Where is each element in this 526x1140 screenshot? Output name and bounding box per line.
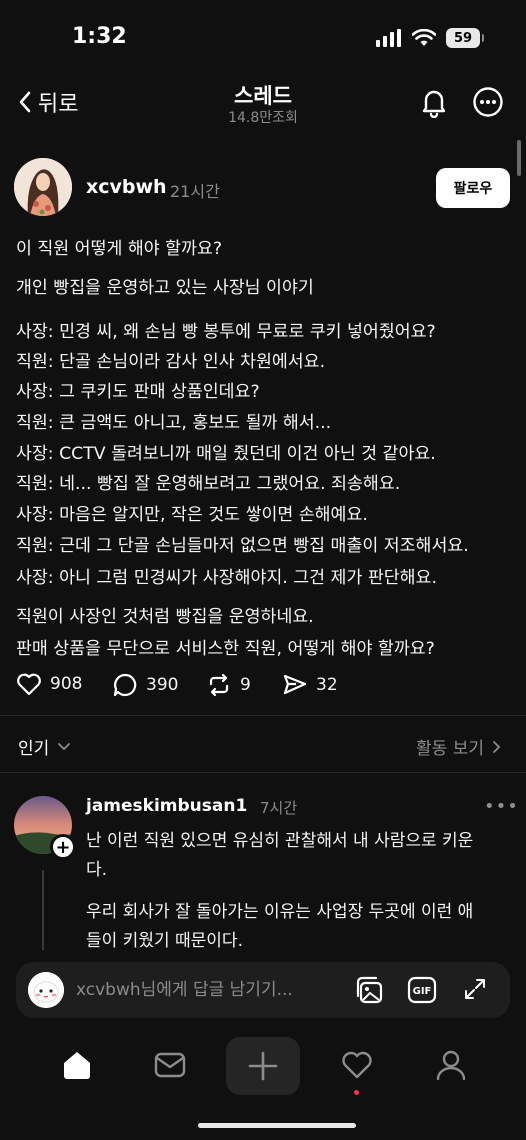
post-text-line: 사장: 아니 그럼 민경씨가 사장해야지. 그건 제가 판단해요.: [16, 568, 437, 588]
like-count: 908: [50, 674, 83, 694]
more-options-button[interactable]: [472, 86, 504, 122]
svg-text:GIF: GIF: [413, 986, 432, 997]
nav-activity[interactable]: [340, 1048, 374, 1086]
profile-icon: [436, 1050, 466, 1081]
post-text-line: 사장: CCTV 돌려보니까 매일 줬던데 이건 아닌 것 같아요.: [16, 444, 436, 464]
home-indicator: [198, 1123, 356, 1128]
wifi-icon: [412, 29, 436, 46]
signal-icon: [376, 29, 401, 47]
reply-text-line: 다.: [86, 860, 108, 880]
reply-time: 7시간: [260, 799, 298, 817]
post-text-line: 사장: 민경 씨, 왜 손님 빵 봉투에 무료로 쿠키 넣어줬어요?: [16, 322, 436, 342]
heart-icon: [17, 673, 41, 696]
post-text-line: 직원이 사장인 것처럼 빵집을 운영하네요.: [16, 607, 314, 627]
follow-plus-button[interactable]: +: [50, 834, 76, 860]
repost-button[interactable]: 9: [206, 672, 251, 698]
expand-button[interactable]: [462, 976, 488, 1006]
chevron-down-icon: [58, 742, 71, 750]
follow-button[interactable]: 팔로우: [436, 168, 510, 208]
battery-icon: 59: [446, 28, 484, 48]
activity-icon: [342, 1051, 372, 1079]
post-text-line: 사장: 마음은 알지만, 작은 것도 쌓이면 손해예요.: [16, 505, 368, 525]
post-text-line: 직원: 큰 금액도 아니고, 홍보도 될까 해서...: [16, 413, 332, 433]
post-text-line: 직원: 네... 빵집 잘 운영해보려고 그랬어요. 죄송해요.: [16, 474, 401, 494]
avatar[interactable]: [14, 158, 72, 216]
notifications-button[interactable]: [418, 86, 450, 122]
share-button[interactable]: 32: [282, 672, 338, 698]
reply-text-line: 난 이런 직원 있으면 유심히 관찰해서 내 사람으로 키운: [86, 831, 474, 851]
plus-icon: [248, 1051, 278, 1081]
bell-icon: [422, 90, 446, 119]
post-text-line: 사장: 그 쿠키도 판매 상품인데요?: [16, 382, 260, 402]
comment-count: 390: [146, 675, 179, 695]
repost-icon: [209, 673, 229, 697]
view-activity-link[interactable]: 활동 보기: [416, 734, 502, 759]
sort-dropdown[interactable]: 인기: [18, 734, 71, 759]
status-time: 1:32: [72, 24, 127, 49]
comment-button[interactable]: 390: [112, 672, 178, 698]
composer-avatar: [28, 972, 64, 1008]
divider: [0, 772, 526, 773]
reply-text-line: 들이 키웠기 때문이다.: [86, 931, 243, 951]
comment-icon: [113, 673, 137, 697]
repost-count: 9: [240, 675, 251, 695]
nav-home[interactable]: [60, 1048, 94, 1086]
status-icons: 59: [376, 28, 484, 48]
share-count: 32: [316, 675, 338, 695]
post-text-line: 이 직원 어떻게 해야 할까요?: [16, 239, 223, 259]
chevron-right-icon: [493, 740, 501, 753]
plus-icon: +: [55, 836, 71, 858]
reply-username[interactable]: jameskimbusan1: [86, 796, 247, 816]
gif-icon: GIF: [407, 976, 437, 1004]
post-username[interactable]: xcvbwh: [86, 176, 167, 198]
nav-profile[interactable]: [434, 1048, 468, 1086]
like-button[interactable]: 908: [16, 672, 82, 696]
share-icon: [283, 674, 307, 695]
post-text-line: 개인 빵집을 운영하고 있는 사장님 이야기: [16, 278, 314, 298]
post-time: 21시간: [170, 182, 220, 201]
view-activity-label: 활동 보기: [416, 739, 484, 759]
nav-create-icon-wrap[interactable]: [246, 1049, 280, 1087]
reply-text-line: 우리 회사가 잘 돌아가는 이유는 사업장 두곳에 이런 애: [86, 902, 474, 922]
thread-line: [42, 870, 44, 950]
scrollbar[interactable]: [517, 140, 521, 176]
expand-icon: [465, 979, 485, 999]
nav-inbox[interactable]: [153, 1048, 187, 1086]
post-text-line: 직원: 근데 그 단골 손님들마저 없으면 빵집 매출이 저조해서요.: [16, 536, 469, 556]
divider: [0, 715, 526, 716]
inbox-icon: [154, 1052, 186, 1078]
reply-more-button[interactable]: •••: [484, 796, 519, 817]
post-text-line: 직원: 단골 손님이라 감사 인사 차원에서요.: [16, 352, 326, 372]
reply-input[interactable]: [76, 966, 338, 1014]
gallery-icon: [356, 976, 383, 1004]
gallery-button[interactable]: [354, 974, 386, 1010]
more-icon: •••: [484, 796, 519, 817]
battery-level: 59: [453, 30, 473, 46]
avatar-character: [28, 972, 64, 1008]
gif-button[interactable]: GIF: [406, 974, 438, 1010]
notification-dot: [354, 1090, 359, 1095]
home-icon: [64, 1052, 90, 1079]
post-text-line: 판매 상품을 무단으로 서비스한 직원, 어떻게 해야 할까요?: [16, 639, 435, 659]
sort-label: 인기: [18, 739, 50, 759]
more-icon: [473, 87, 503, 117]
avatar-illustration: [14, 158, 72, 216]
